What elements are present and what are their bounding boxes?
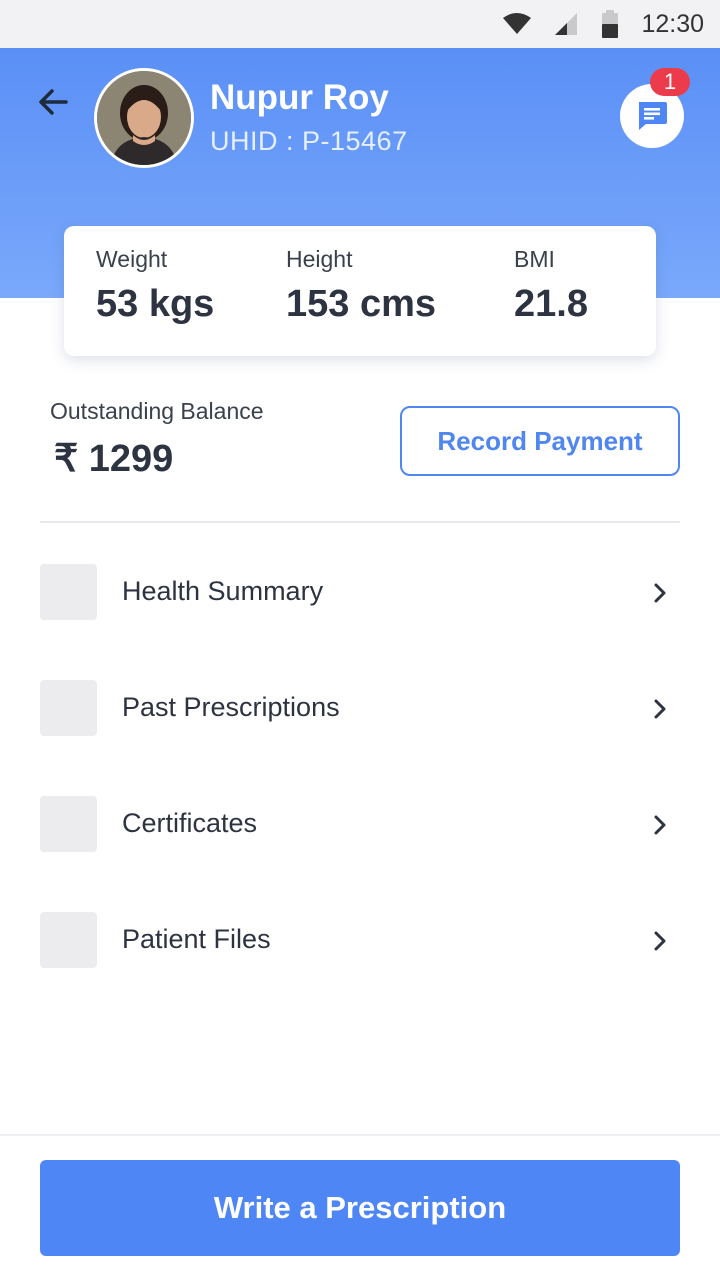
patient-files-icon bbox=[40, 912, 97, 968]
certificates-icon bbox=[40, 796, 97, 852]
menu-item-health-summary[interactable]: Health Summary bbox=[40, 562, 680, 622]
chevron-right-icon bbox=[654, 815, 666, 835]
vitals-card: Weight 53 kgs Height 153 cms BMI 21.8 bbox=[64, 226, 656, 356]
write-prescription-button[interactable]: Write a Prescription bbox=[40, 1160, 680, 1256]
menu-item-patient-files[interactable]: Patient Files bbox=[40, 910, 680, 970]
bmi-label: BMI bbox=[514, 246, 555, 272]
menu-item-label: Patient Files bbox=[122, 924, 271, 954]
wifi-icon bbox=[503, 13, 532, 34]
vital-height: Height 153 cms bbox=[286, 246, 436, 326]
menu-item-certificates[interactable]: Certificates bbox=[40, 794, 680, 854]
vital-weight: Weight 53 kgs bbox=[96, 246, 214, 326]
balance-value: ₹ 1299 bbox=[54, 438, 174, 480]
menu-item-label: Certificates bbox=[122, 808, 258, 838]
menu-item-label: Health Summary bbox=[122, 576, 324, 606]
vital-bmi: BMI 21.8 bbox=[514, 246, 588, 326]
weight-label: Weight bbox=[96, 246, 168, 272]
patient-avatar bbox=[94, 68, 194, 168]
notification-badge: 1 bbox=[650, 68, 690, 96]
patient-name: Nupur Roy bbox=[210, 78, 389, 117]
status-icons: 12:30 bbox=[503, 0, 704, 48]
weight-value: 53 kgs bbox=[96, 283, 215, 325]
menu-item-label: Past Prescriptions bbox=[122, 692, 340, 722]
menu-item-past-prescriptions[interactable]: Past Prescriptions bbox=[40, 678, 680, 738]
balance-label: Outstanding Balance bbox=[50, 398, 264, 424]
avatar-photo bbox=[97, 71, 191, 165]
bmi-value: 21.8 bbox=[514, 283, 588, 325]
chevron-right-icon bbox=[654, 699, 666, 719]
status-time: 12:30 bbox=[641, 9, 704, 38]
chevron-right-icon bbox=[654, 931, 666, 951]
record-payment-button[interactable]: Record Payment bbox=[400, 406, 680, 476]
patient-uhid: UHID : P-15467 bbox=[210, 126, 408, 156]
battery-icon bbox=[602, 10, 619, 38]
status-bar: 12:30 bbox=[0, 0, 720, 48]
cellular-signal-icon bbox=[555, 13, 578, 35]
past-prescriptions-icon bbox=[40, 680, 97, 736]
health-summary-icon bbox=[40, 564, 97, 620]
back-button[interactable] bbox=[36, 84, 72, 120]
divider bbox=[40, 521, 680, 523]
message-icon bbox=[639, 102, 667, 130]
chevron-right-icon bbox=[654, 583, 666, 603]
arrow-left-icon bbox=[39, 89, 68, 115]
height-value: 153 cms bbox=[286, 283, 437, 325]
height-label: Height bbox=[286, 246, 353, 272]
